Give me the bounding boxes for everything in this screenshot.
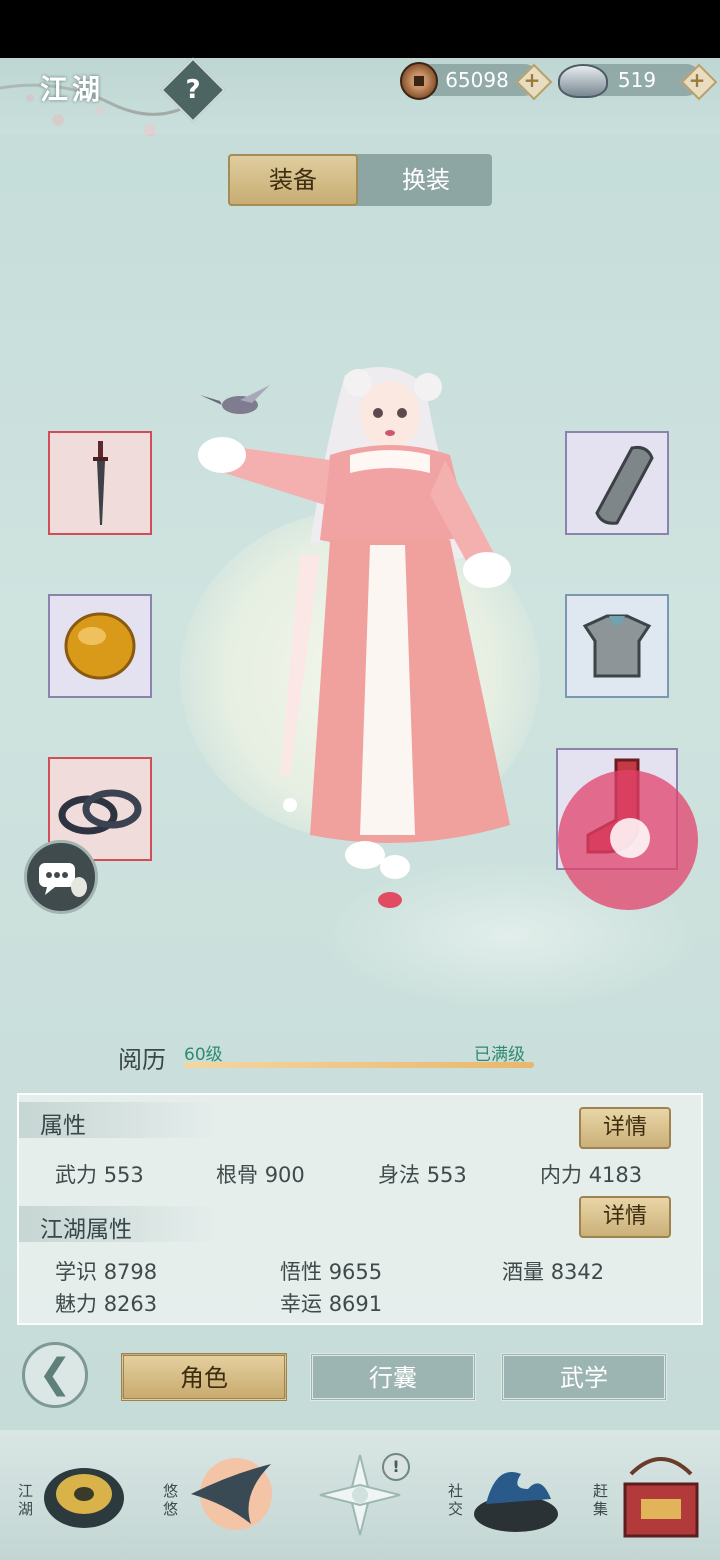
bird-icon	[200, 385, 270, 414]
stat-wuli: 武力 553	[55, 1159, 144, 1189]
touch-indicator-center	[610, 818, 650, 858]
equip-slot-accessory[interactable]	[48, 594, 152, 698]
bamboo-hat-icon	[44, 1468, 124, 1528]
plus-icon: +	[688, 68, 706, 92]
bracer-icon	[595, 446, 654, 525]
stat-value: 9655	[328, 1260, 383, 1284]
stat-name: 悟性	[280, 1260, 322, 1284]
tabbar-item-jianghu[interactable]: 江湖	[10, 1440, 140, 1550]
stat-name: 根骨	[216, 1163, 258, 1187]
silver-amount: 519	[617, 68, 657, 92]
stat-xueshi: 学识 8798	[55, 1256, 157, 1286]
tabbar-label: 江湖	[18, 1482, 34, 1518]
back-chevron-icon: ❮	[38, 1351, 72, 1397]
tabbar-label: 赶集	[593, 1482, 609, 1518]
swallow-sun-icon	[191, 1458, 272, 1530]
tabbar-item-social[interactable]: 社交	[440, 1440, 570, 1550]
stat-shenfa: 身法 553	[378, 1159, 467, 1189]
stat-value: 553	[426, 1163, 467, 1187]
page-title: 江湖	[40, 73, 105, 106]
jianghu-attribute-title: 江湖属性	[40, 1217, 132, 1243]
stat-name: 酒量	[502, 1260, 544, 1284]
stat-value: 8263	[103, 1292, 158, 1316]
tabbar-item-youyou[interactable]: 悠悠	[155, 1440, 285, 1550]
character-portrait	[198, 367, 511, 908]
stat-name: 魅力	[55, 1292, 97, 1316]
nav-inventory-button[interactable]: 行囊	[310, 1353, 476, 1401]
silver-ingot-icon	[558, 64, 608, 98]
stat-value: 553	[103, 1163, 144, 1187]
experience-label: 阅历	[118, 1046, 166, 1074]
stat-gengu: 根骨 900	[216, 1159, 305, 1189]
chat-button[interactable]	[24, 840, 98, 914]
tab-outfit[interactable]: 换装	[360, 154, 492, 206]
stat-value: 4183	[588, 1163, 643, 1187]
amber-stone-icon	[64, 612, 136, 680]
stat-name: 学识	[55, 1260, 97, 1284]
tabbar-label: 社交	[448, 1482, 464, 1518]
equip-slot-armor[interactable]	[565, 594, 669, 698]
status-bar	[0, 0, 720, 58]
dagger-icon	[93, 441, 108, 525]
notification-badge-icon: !	[382, 1453, 410, 1481]
chest-armor-icon	[582, 614, 652, 678]
equip-slot-weapon[interactable]	[48, 431, 152, 535]
plus-icon: +	[523, 68, 541, 92]
gift-basket-icon	[623, 1457, 699, 1538]
equip-slot-bracer[interactable]	[565, 431, 669, 535]
help-icon: ?	[185, 75, 201, 105]
tabbar-item-market[interactable]: 赶集	[585, 1440, 715, 1550]
stat-name: 内力	[540, 1163, 582, 1187]
stat-value: 8798	[103, 1260, 158, 1284]
stat-xingyun: 幸运 8691	[280, 1288, 382, 1318]
nav-martial-arts-button[interactable]: 武学	[501, 1353, 667, 1401]
wave-bowl-icon	[474, 1472, 558, 1532]
tabbar-label: 悠悠	[163, 1482, 179, 1518]
stat-wuxing: 悟性 9655	[280, 1256, 382, 1286]
stat-name: 幸运	[280, 1292, 322, 1316]
experience-bar-fill	[184, 1062, 534, 1068]
nav-character-button[interactable]: 角色	[121, 1353, 287, 1401]
stat-meili: 魅力 8263	[55, 1288, 157, 1318]
stat-value: 8342	[550, 1260, 605, 1284]
stat-jiuliang: 酒量 8342	[502, 1256, 604, 1286]
stat-name: 身法	[378, 1163, 420, 1187]
chat-bubble-icon	[39, 863, 87, 897]
stat-value: 8691	[328, 1292, 383, 1316]
coin-hole	[414, 76, 424, 86]
attribute-title: 属性	[40, 1113, 86, 1139]
copper-amount: 65098	[445, 68, 509, 92]
stat-neili: 内力 4183	[540, 1159, 642, 1189]
stat-value: 900	[264, 1163, 305, 1187]
stat-name: 武力	[55, 1163, 97, 1187]
attribute-detail-button[interactable]: 详情	[579, 1107, 671, 1149]
jianghu-detail-button[interactable]: 详情	[579, 1196, 671, 1238]
tab-equipment[interactable]: 装备	[228, 154, 358, 206]
tabbar-item-center[interactable]: !	[310, 1445, 410, 1555]
